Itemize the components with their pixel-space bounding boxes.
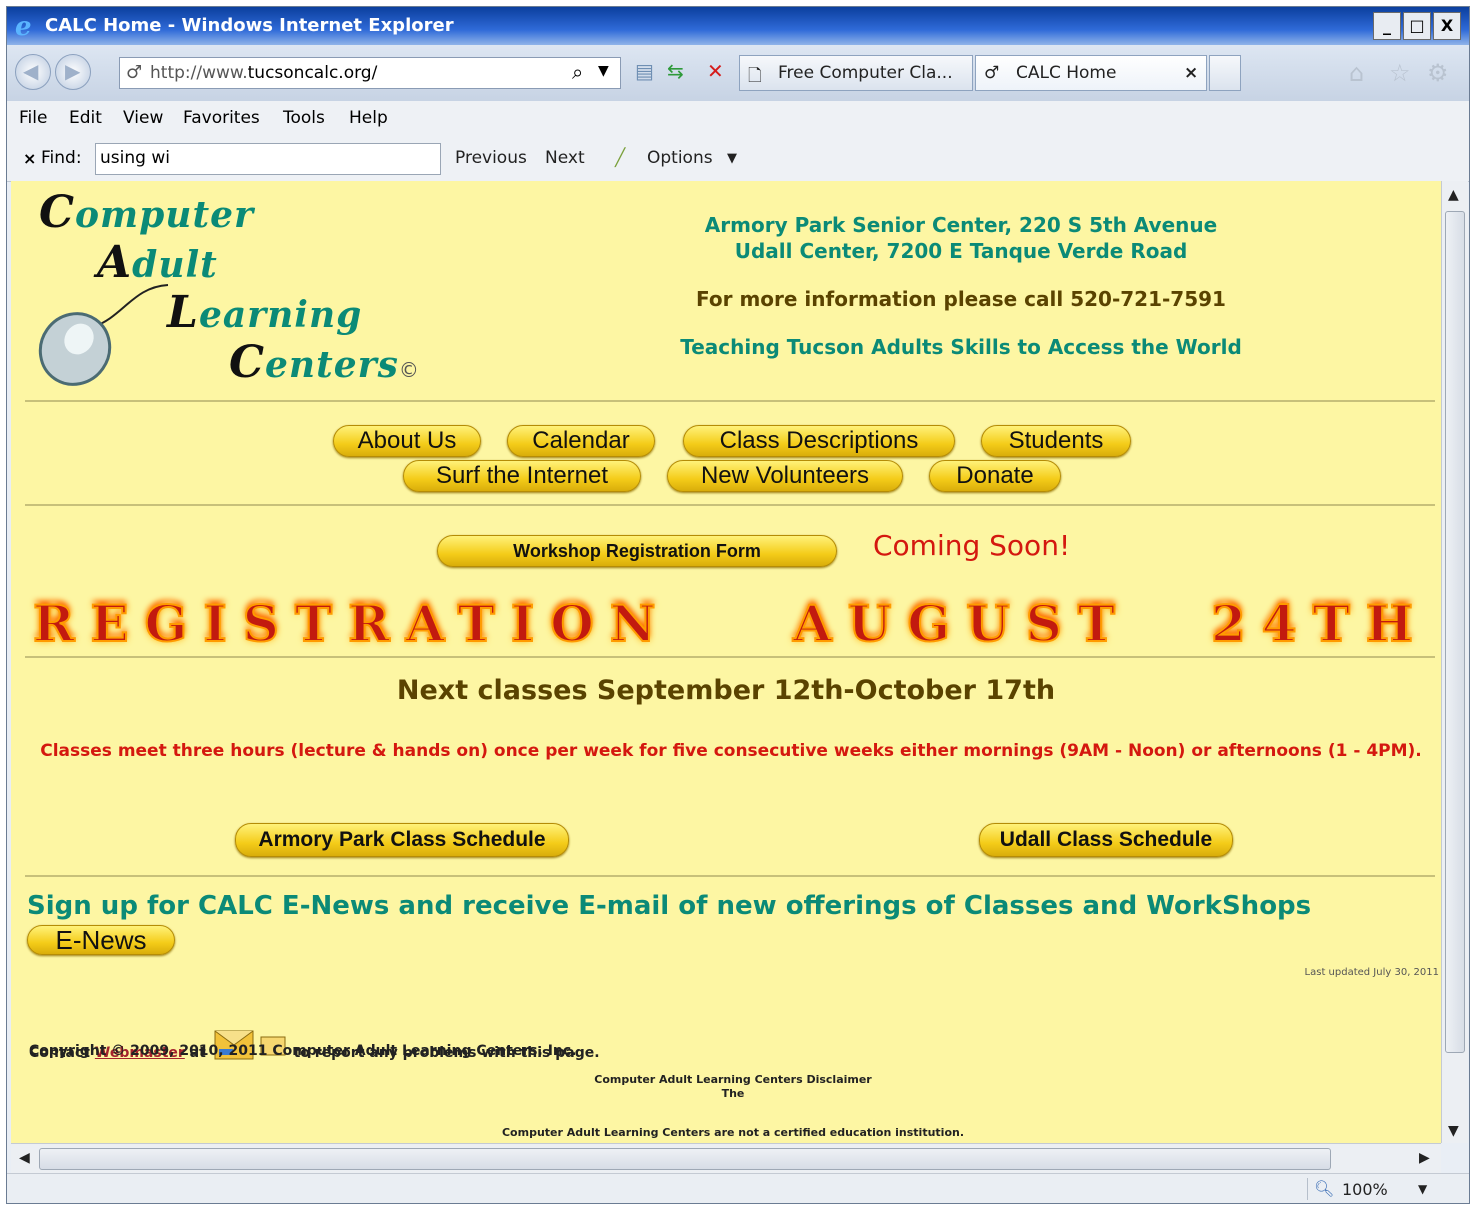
next-classes-heading: Next classes September 12th-October 17th — [396, 675, 1056, 706]
coming-soon-text: Coming Soon! — [873, 529, 1071, 562]
scroll-down-icon[interactable]: ▼ — [1448, 1123, 1459, 1139]
banner-registration: REGISTRATION — [32, 593, 672, 654]
tab-page-icon: ♂ — [984, 63, 1000, 83]
enews-signup-text: Sign up for CALC E-News and receive E-ma… — [27, 891, 1312, 921]
horizontal-scroll-thumb[interactable] — [39, 1148, 1331, 1170]
menu-file[interactable]: File — [19, 108, 47, 128]
divider — [25, 504, 1435, 506]
tab-label: Free Computer Cla... — [778, 63, 953, 83]
vertical-scrollbar[interactable]: ▲ ▼ — [1441, 181, 1468, 1143]
find-options-button[interactable]: Options — [647, 148, 713, 168]
title-bar: e CALC Home - Windows Internet Explorer … — [7, 7, 1469, 45]
close-find-button[interactable]: × — [23, 149, 36, 168]
nav-class-descriptions[interactable]: Class Descriptions — [683, 425, 955, 457]
tagline: Teaching Tucson Adults Skills to Access … — [680, 335, 1242, 359]
compatibility-view-icon[interactable]: ▤ — [635, 59, 654, 83]
scroll-right-icon[interactable]: ▶ — [1419, 1150, 1430, 1166]
logo-line-centers: Centers© — [229, 337, 420, 388]
address-toolbar: ◀ ▶ ♂ http://www.tucsoncalc.org/ ⌕ ▼ ▤ ⇆… — [7, 45, 1469, 101]
page-icon: ♂ — [126, 62, 143, 83]
back-button[interactable]: ◀ — [15, 54, 51, 90]
tab-calc-home[interactable]: ♂ CALC Home × — [975, 55, 1207, 91]
search-icon[interactable]: ⌕ — [572, 60, 583, 84]
ie-logo-icon: e — [15, 12, 32, 42]
scroll-up-icon[interactable]: ▲ — [1448, 187, 1459, 203]
nav-calendar[interactable]: Calendar — [507, 425, 655, 457]
home-icon[interactable]: ⌂ — [1349, 59, 1364, 87]
status-bar: 🔍︎ 100% ▼ — [7, 1173, 1469, 1203]
disclaimer-the: The — [721, 1087, 745, 1100]
workshop-registration-button[interactable]: Workshop Registration Form — [437, 535, 837, 567]
tab-label: CALC Home — [1016, 63, 1117, 83]
banner-24th: 24TH — [1210, 593, 1430, 654]
stop-icon[interactable]: ✕ — [707, 59, 724, 83]
minimize-button[interactable]: _ — [1373, 12, 1401, 40]
zoom-level: 100% — [1342, 1180, 1388, 1199]
nav-students[interactable]: Students — [981, 425, 1131, 457]
enews-button[interactable]: E-News — [27, 925, 175, 955]
window-title: CALC Home - Windows Internet Explorer — [45, 15, 454, 36]
browser-window: e CALC Home - Windows Internet Explorer … — [6, 6, 1470, 1204]
last-updated: Last updated July 30, 2011 — [1304, 967, 1439, 978]
close-tab-icon[interactable]: × — [1184, 63, 1198, 83]
find-previous-button[interactable]: Previous — [455, 148, 527, 168]
address-armory: Armory Park Senior Center, 220 S 5th Ave… — [704, 213, 1218, 237]
refresh-icon[interactable]: ⇆ — [667, 59, 684, 83]
new-tab-button[interactable] — [1209, 55, 1241, 91]
zoom-icon: 🔍︎ — [1314, 1179, 1335, 1198]
maximize-button[interactable]: □ — [1403, 12, 1431, 40]
nav-donate[interactable]: Donate — [929, 460, 1061, 492]
banner-august: AUGUST — [792, 593, 1132, 654]
find-bar: × Find: using wi Previous Next ╱ Options… — [7, 137, 1469, 182]
favorites-star-icon[interactable]: ☆ — [1389, 59, 1411, 87]
menu-favorites[interactable]: Favorites — [183, 108, 260, 128]
menu-help[interactable]: Help — [349, 108, 388, 128]
find-label: Find: — [41, 148, 82, 168]
scroll-left-icon[interactable]: ◀ — [19, 1150, 30, 1166]
address-bar[interactable]: ♂ http://www.tucsoncalc.org/ ⌕ ▼ — [119, 57, 621, 89]
zoom-control[interactable]: 🔍︎ 100% ▼ — [1307, 1178, 1438, 1200]
menu-tools[interactable]: Tools — [283, 108, 325, 128]
tab-free-computer-classes[interactable]: 🗋 Free Computer Cla... — [739, 55, 973, 91]
nav-about-us[interactable]: About Us — [333, 425, 481, 457]
address-udall: Udall Center, 7200 E Tanque Verde Road — [734, 239, 1188, 263]
highlight-icon[interactable]: ╱ — [615, 148, 625, 168]
gear-icon[interactable]: ⚙ — [1427, 59, 1449, 87]
divider — [25, 875, 1435, 877]
logo-line-computer: Computer — [39, 187, 254, 238]
find-next-button[interactable]: Next — [545, 148, 585, 168]
menu-view[interactable]: View — [123, 108, 163, 128]
options-dropdown-icon[interactable]: ▼ — [727, 151, 737, 166]
menu-edit[interactable]: Edit — [69, 108, 102, 128]
phone-info: For more information please call 520-721… — [696, 287, 1226, 311]
schedule-note: Classes meet three hours (lecture & hand… — [40, 741, 1422, 761]
forward-button[interactable]: ▶ — [55, 54, 91, 90]
armory-class-schedule-button[interactable]: Armory Park Class Schedule — [235, 823, 569, 857]
nav-surf-the-internet[interactable]: Surf the Internet — [403, 460, 641, 492]
back-arrow-icon: ◀ — [23, 59, 39, 83]
divider — [25, 656, 1435, 658]
zoom-dropdown-icon[interactable]: ▼ — [1418, 1182, 1427, 1196]
mouse-icon — [38, 284, 169, 386]
menu-bar: File Edit View Favorites Tools Help — [7, 101, 1469, 138]
vertical-scroll-thumb[interactable] — [1445, 211, 1465, 1053]
forward-arrow-icon: ▶ — [65, 59, 81, 83]
horizontal-scrollbar[interactable]: ◀ ▶ — [11, 1143, 1441, 1174]
close-window-button[interactable]: X — [1433, 12, 1461, 40]
tab-page-icon: 🗋 — [748, 66, 762, 86]
copyright: Copyright © 2009, 2010, 2011 Computer Ad… — [29, 1043, 577, 1059]
disclaimer-text: Computer Adult Learning Centers are not … — [501, 1126, 965, 1139]
address-url: http://www.tucsoncalc.org/ — [150, 63, 378, 83]
find-input[interactable]: using wi — [95, 143, 441, 175]
address-dropdown-icon[interactable]: ▼ — [598, 63, 609, 79]
udall-class-schedule-button[interactable]: Udall Class Schedule — [979, 823, 1233, 857]
nav-new-volunteers[interactable]: New Volunteers — [667, 460, 903, 492]
disclaimer-title: Computer Adult Learning Centers Disclaim… — [594, 1073, 872, 1086]
divider — [25, 400, 1435, 402]
logo-line-learning: Learning — [167, 287, 363, 338]
page-content: Computer Adult Learning Centers© Armory … — [11, 181, 1441, 1143]
